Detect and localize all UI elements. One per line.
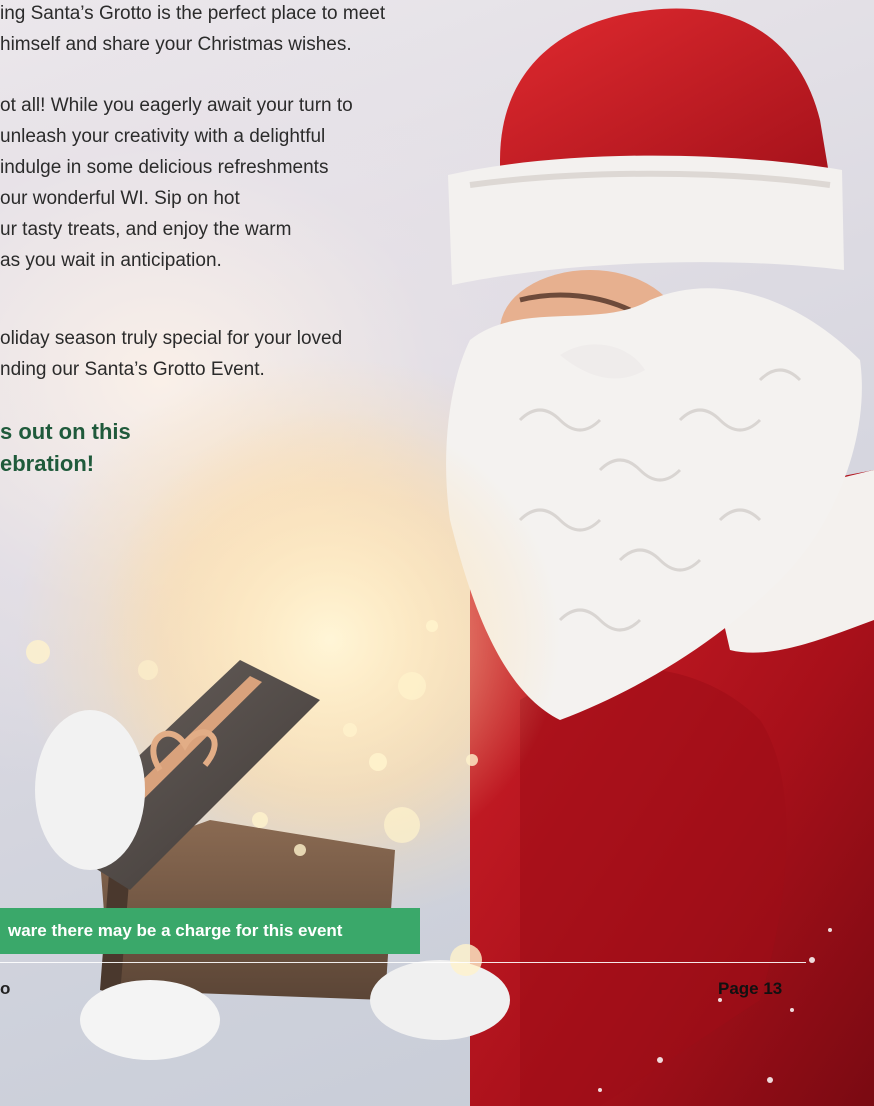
- closing-paragraph: oliday season truly special for your lov…: [0, 328, 343, 380]
- activities-paragraph: ot all! While you eagerly await your tur…: [0, 95, 353, 271]
- footer-divider: [0, 962, 806, 963]
- page-number: Page 13: [718, 979, 783, 998]
- callout-heading: s out on this ebration!: [0, 419, 131, 476]
- charge-notice-banner: ware there may be a charge for this even…: [0, 908, 420, 954]
- charge-notice-text: ware there may be a charge for this even…: [8, 921, 343, 940]
- intro-paragraph: ing Santa’s Grotto is the perfect place …: [0, 3, 386, 55]
- footer-section-label: o: [0, 979, 11, 998]
